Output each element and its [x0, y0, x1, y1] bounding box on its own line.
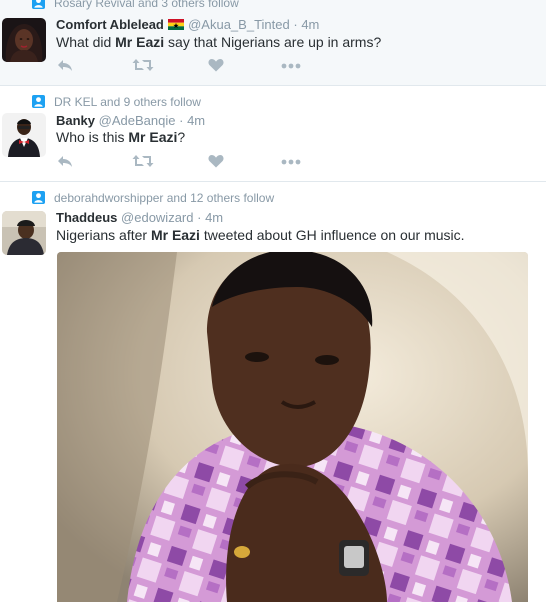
more-dots-icon[interactable] [281, 159, 301, 165]
tweet-header: Banky @AdeBanqie · 4m [56, 113, 205, 128]
reply-icon[interactable] [56, 154, 74, 168]
separator-dot: · [293, 17, 298, 32]
tweet[interactable]: DR KEL and 9 others follow Banky @AdeBan… [0, 86, 546, 182]
tweet-text: Who is this Mr Eazi? [56, 129, 186, 145]
username[interactable]: @Akua_B_Tinted [188, 17, 290, 32]
username[interactable]: @edowizard [121, 210, 193, 225]
follow-person-icon [32, 191, 45, 204]
username[interactable]: @AdeBanqie [99, 113, 176, 128]
retweet-icon[interactable] [132, 58, 154, 72]
display-name[interactable]: Thaddeus [56, 210, 117, 225]
timestamp[interactable]: 4m [205, 210, 223, 225]
heart-icon[interactable] [208, 154, 224, 168]
display-name[interactable]: Banky [56, 113, 95, 128]
mention-highlight: Mr Eazi [150, 227, 200, 243]
tweet[interactable]: Rosary Revival and 3 others follow Comfo… [0, 0, 546, 86]
avatar[interactable] [2, 18, 46, 62]
tweet-header: Comfort Ablelead @Akua_B_Tinted · 4m [56, 17, 319, 32]
heart-icon[interactable] [208, 58, 224, 72]
reply-icon[interactable] [56, 58, 74, 72]
follow-person-icon [32, 0, 45, 9]
tweet-text: Nigerians after Mr Eazi tweeted about GH… [56, 227, 465, 243]
tweet[interactable]: deborahdworshipper and 12 others follow … [0, 182, 546, 602]
timestamp[interactable]: 4m [301, 17, 319, 32]
more-dots-icon[interactable] [281, 63, 301, 69]
ghana-flag-icon [168, 19, 185, 30]
tweet-header: Thaddeus @edowizard · 4m [56, 210, 223, 225]
display-name[interactable]: Comfort Ablelead [56, 17, 164, 32]
tweet-media-photo[interactable] [57, 252, 528, 602]
avatar[interactable] [2, 113, 46, 157]
avatar[interactable] [2, 211, 46, 255]
follow-person-icon [32, 95, 45, 108]
retweet-icon[interactable] [132, 154, 154, 168]
separator-dot: · [179, 113, 184, 128]
mention-highlight: Mr Eazi [128, 129, 178, 145]
mention-highlight: Mr Eazi [115, 34, 165, 50]
timestamp[interactable]: 4m [187, 113, 205, 128]
separator-dot: · [197, 210, 202, 225]
tweet-text: What did Mr Eazi say that Nigerians are … [56, 34, 382, 50]
